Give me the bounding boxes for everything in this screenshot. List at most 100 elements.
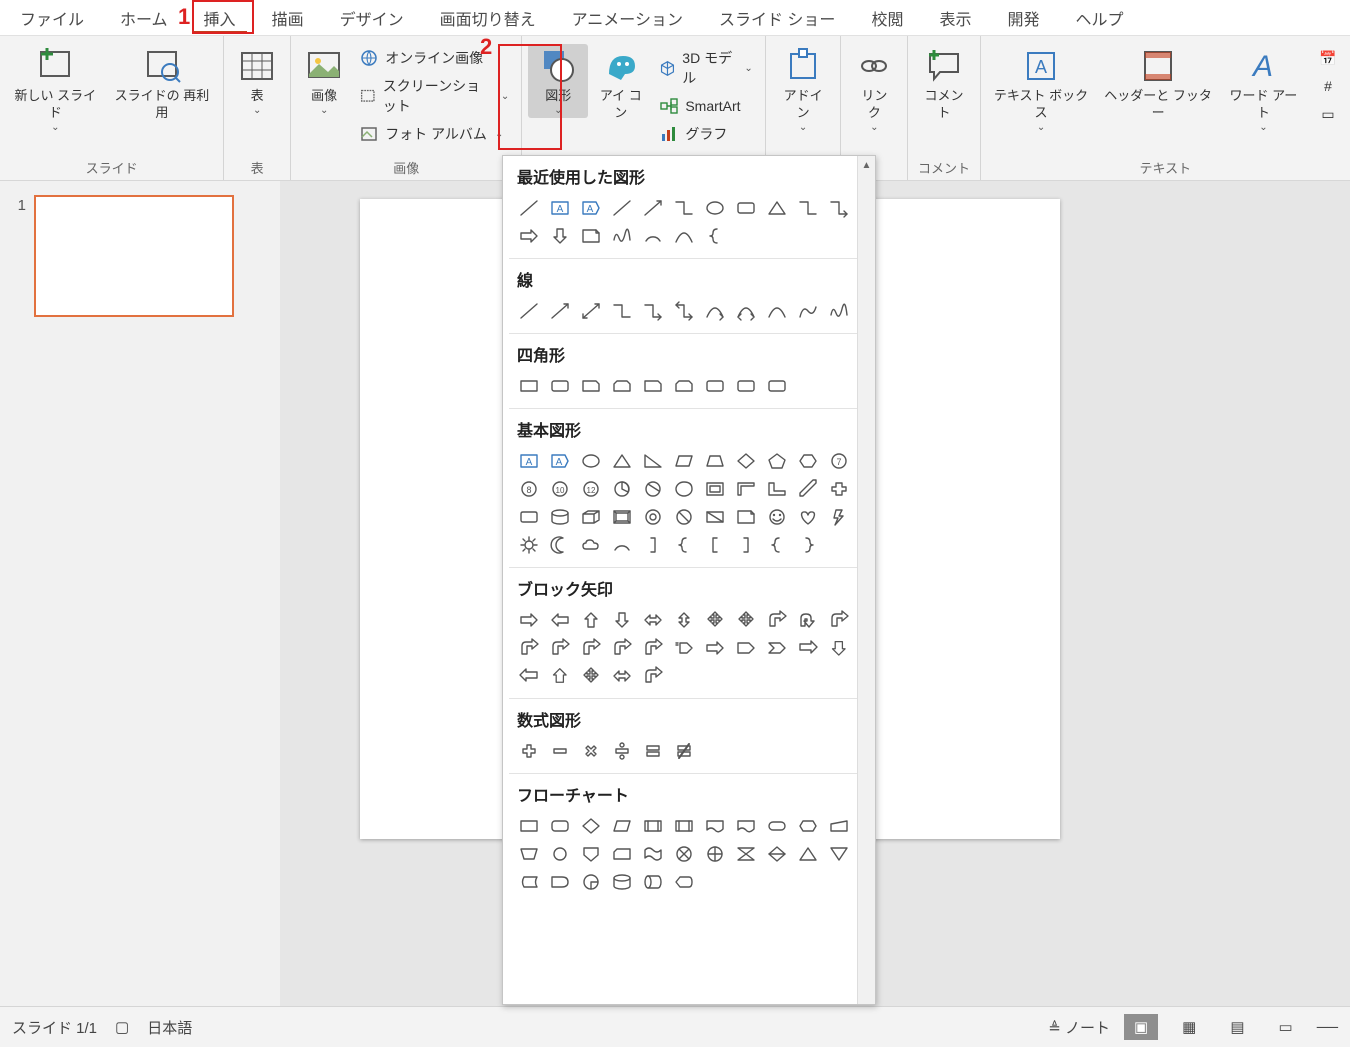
shape-heptagon[interactable]: 7 bbox=[823, 447, 854, 475]
shape-flow-offpage[interactable] bbox=[575, 840, 606, 868]
shapes-button[interactable]: 図形⌄ bbox=[528, 44, 588, 118]
shape-flow-conn[interactable] bbox=[544, 840, 575, 868]
shape-lbrace[interactable] bbox=[699, 222, 730, 250]
addins-button[interactable]: アドイ ン⌄ bbox=[772, 44, 835, 135]
shape-round-rect[interactable] bbox=[544, 372, 575, 400]
shape-arc2[interactable] bbox=[606, 531, 637, 559]
shape-arr-right[interactable] bbox=[513, 606, 544, 634]
shape-diag-stripe[interactable] bbox=[792, 475, 823, 503]
shape-callout-u[interactable] bbox=[544, 662, 575, 690]
shape-arr-tri[interactable] bbox=[730, 606, 761, 634]
shape-freeform[interactable] bbox=[792, 297, 823, 325]
shape-curve-darrow[interactable] bbox=[730, 297, 761, 325]
shape-arr-uturn[interactable] bbox=[792, 606, 823, 634]
shape-sun[interactable] bbox=[513, 531, 544, 559]
icons-button[interactable]: アイ コン bbox=[590, 44, 651, 124]
shape-oval[interactable] bbox=[699, 194, 730, 222]
shape-elbow[interactable] bbox=[668, 194, 699, 222]
shape-eq-eq[interactable] bbox=[637, 737, 668, 765]
shape-arr-ud[interactable] bbox=[668, 606, 699, 634]
shape-arc[interactable] bbox=[637, 222, 668, 250]
shape-donut[interactable] bbox=[637, 503, 668, 531]
shape-triangle[interactable] bbox=[761, 194, 792, 222]
shape-no[interactable] bbox=[668, 503, 699, 531]
scrollbar[interactable]: ▲ bbox=[857, 156, 875, 1004]
shape-line[interactable] bbox=[513, 297, 544, 325]
shape-cube[interactable] bbox=[575, 503, 606, 531]
shape-arr-notched[interactable] bbox=[699, 634, 730, 662]
shape-snip-same[interactable] bbox=[637, 372, 668, 400]
date-time-button[interactable]: 📅 bbox=[1312, 46, 1344, 70]
shape-textbox-arrow[interactable]: A bbox=[575, 194, 606, 222]
shape-lbracket[interactable] bbox=[699, 531, 730, 559]
shape-curve-arrow[interactable] bbox=[699, 297, 730, 325]
shape-moon[interactable] bbox=[544, 531, 575, 559]
shape-textbox-a[interactable]: A bbox=[544, 194, 575, 222]
shape-flow-stored[interactable] bbox=[513, 868, 544, 896]
reading-view-button[interactable]: ▤ bbox=[1220, 1014, 1254, 1040]
shape-lbrace2[interactable] bbox=[761, 531, 792, 559]
spellcheck-icon[interactable]: ▢ bbox=[115, 1018, 129, 1036]
shape-line-2[interactable] bbox=[606, 194, 637, 222]
shape-elbow[interactable] bbox=[606, 297, 637, 325]
shape-half-frame[interactable] bbox=[730, 475, 761, 503]
tab-draw[interactable]: 描画 bbox=[254, 0, 322, 36]
3d-models-button[interactable]: 3D モデル⌄ bbox=[653, 46, 758, 90]
shape-plaque[interactable] bbox=[513, 503, 544, 531]
shape-chevron[interactable] bbox=[761, 634, 792, 662]
shape-curve[interactable] bbox=[761, 297, 792, 325]
wordart-button[interactable]: A ワード アート⌄ bbox=[1221, 44, 1306, 135]
sorter-view-button[interactable]: ▦ bbox=[1172, 1014, 1206, 1040]
shape-callout-d[interactable] bbox=[823, 634, 854, 662]
shape-arr-left[interactable] bbox=[544, 606, 575, 634]
thumb-slide-1[interactable] bbox=[34, 195, 234, 317]
shape-rbracket[interactable] bbox=[730, 531, 761, 559]
shape-flow-card[interactable] bbox=[606, 840, 637, 868]
reuse-slides-button[interactable]: スライドの 再利用 bbox=[107, 44, 218, 124]
shape-flow-sort[interactable] bbox=[761, 840, 792, 868]
shape-scribble[interactable] bbox=[606, 222, 637, 250]
shape-dodecagon[interactable]: 12 bbox=[575, 475, 606, 503]
shape-flow-seq[interactable] bbox=[575, 868, 606, 896]
shape-flow-multidoc[interactable] bbox=[730, 812, 761, 840]
shape-curve[interactable] bbox=[668, 222, 699, 250]
shape-flow-merge[interactable] bbox=[823, 840, 854, 868]
shape-pie[interactable] bbox=[606, 475, 637, 503]
shape-flow-doc[interactable] bbox=[699, 812, 730, 840]
shape-flow-direct[interactable] bbox=[637, 868, 668, 896]
shape-trap[interactable] bbox=[699, 447, 730, 475]
shape-arr-curve-d[interactable] bbox=[637, 634, 668, 662]
shape-teardrop[interactable] bbox=[668, 475, 699, 503]
shape-flow-alt[interactable] bbox=[544, 812, 575, 840]
shape-diamond[interactable] bbox=[730, 447, 761, 475]
shape-rrect[interactable] bbox=[730, 194, 761, 222]
shape-flow-collate[interactable] bbox=[730, 840, 761, 868]
slideshow-view-button[interactable]: ▭ bbox=[1269, 1014, 1303, 1040]
shape-rect[interactable] bbox=[513, 372, 544, 400]
shape-line-arrow[interactable] bbox=[544, 297, 575, 325]
tab-file[interactable]: ファイル bbox=[2, 0, 102, 36]
shape-callout-l[interactable] bbox=[513, 662, 544, 690]
shape-down-arrow[interactable] bbox=[544, 222, 575, 250]
shape-eq-div[interactable] bbox=[606, 737, 637, 765]
shape-right-arrow[interactable] bbox=[513, 222, 544, 250]
shape-iso-tri[interactable] bbox=[606, 447, 637, 475]
normal-view-button[interactable]: ▣ bbox=[1124, 1014, 1158, 1040]
shape-flow-predef[interactable] bbox=[637, 812, 668, 840]
object-button[interactable]: ▭ bbox=[1312, 102, 1344, 126]
shape-flow-prep[interactable] bbox=[792, 812, 823, 840]
online-images-button[interactable]: オンライン画像 bbox=[353, 46, 515, 70]
screenshot-button[interactable]: スクリーンショット⌄ bbox=[353, 74, 515, 118]
images-button[interactable]: 画像⌄ bbox=[297, 44, 351, 118]
shape-flow-term[interactable] bbox=[761, 812, 792, 840]
shape-arr-quad-call[interactable] bbox=[575, 662, 606, 690]
tab-design[interactable]: デザイン bbox=[322, 0, 422, 36]
tab-home[interactable]: ホーム bbox=[102, 0, 186, 36]
notes-button[interactable]: ≜ ノート bbox=[1048, 1017, 1110, 1038]
shape-cloud[interactable] bbox=[575, 531, 606, 559]
header-footer-button[interactable]: ヘッダーと フッター bbox=[1097, 44, 1218, 124]
tab-developer[interactable]: 開発 bbox=[989, 0, 1057, 36]
shape-flow-process[interactable] bbox=[513, 812, 544, 840]
shape-flow-or[interactable] bbox=[699, 840, 730, 868]
new-slide-button[interactable]: 新しい スライド⌄ bbox=[6, 44, 105, 135]
